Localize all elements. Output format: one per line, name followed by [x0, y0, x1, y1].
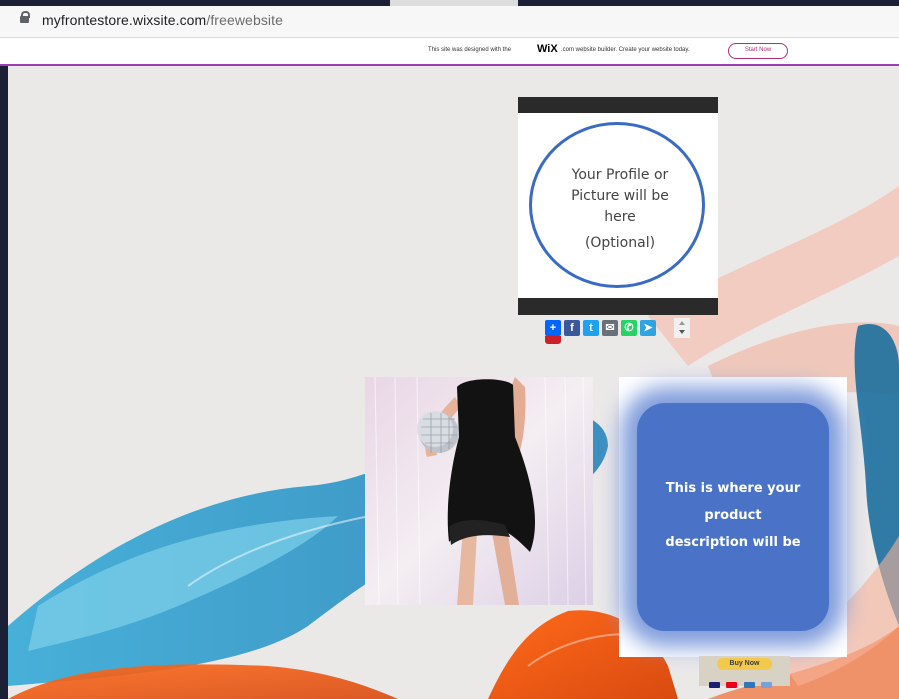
profile-top-bar — [518, 97, 718, 113]
profile-line-4: (Optional) — [584, 235, 656, 251]
pinterest-icon[interactable] — [545, 336, 561, 344]
product-description-box: This is where your product description w… — [619, 377, 847, 657]
arrow-up-icon[interactable] — [679, 321, 685, 325]
lock-icon[interactable] — [20, 11, 30, 23]
profile-placeholder-text: Your Profile or Picture will be here (Op… — [532, 165, 708, 254]
page-canvas: Your Profile or Picture will be here (Op… — [8, 66, 899, 699]
address-bar[interactable]: myfrontestore.wixsite.com/freewebsite — [0, 6, 899, 38]
buy-now-area: Buy Now — [699, 656, 790, 688]
wix-logo[interactable]: WiX — [537, 43, 558, 55]
product-description-line-2: description will be — [665, 535, 801, 550]
url-domain: myfrontestore.wixsite.com — [42, 12, 207, 28]
product-photo[interactable] — [365, 377, 593, 605]
start-now-button[interactable]: Start Now — [728, 43, 788, 59]
email-icon[interactable]: ✉ — [602, 320, 618, 336]
paypal-icon — [761, 682, 773, 688]
share-scroll-arrows[interactable] — [674, 318, 690, 338]
amex-icon — [743, 682, 755, 688]
url-text[interactable]: myfrontestore.wixsite.com/freewebsite — [42, 12, 283, 28]
telegram-icon[interactable]: ➤ — [640, 320, 656, 336]
profile-circle: Your Profile or Picture will be here (Op… — [529, 122, 705, 288]
product-photo-art — [365, 377, 593, 605]
profile-line-1: Your Profile or — [571, 167, 669, 183]
profile-line-2: Picture will be — [571, 188, 669, 204]
payment-cards — [709, 675, 790, 688]
wix-banner-text-after: .com website builder. Create your websit… — [561, 47, 690, 53]
wix-banner: This site was designed with the WiX .com… — [0, 38, 899, 66]
facebook-icon[interactable]: f — [564, 320, 580, 336]
whatsapp-icon[interactable]: ✆ — [621, 320, 637, 336]
mastercard-icon — [726, 682, 738, 688]
arrow-down-icon[interactable] — [679, 330, 685, 334]
profile-picture-box: Your Profile or Picture will be here (Op… — [518, 97, 718, 315]
product-description-text: This is where your product description w… — [637, 475, 829, 556]
product-description-panel: This is where your product description w… — [637, 403, 829, 631]
buy-now-button[interactable]: Buy Now — [717, 658, 772, 670]
visa-icon — [709, 682, 720, 688]
plus-icon[interactable]: + — [545, 320, 561, 336]
profile-bottom-bar — [518, 298, 718, 315]
twitter-icon[interactable]: t — [583, 320, 599, 336]
profile-line-3: here — [604, 209, 636, 225]
wix-banner-text: This site was designed with the — [428, 47, 512, 53]
product-description-line-1: This is where your product — [665, 481, 801, 523]
url-path: /freewebsite — [206, 12, 284, 28]
